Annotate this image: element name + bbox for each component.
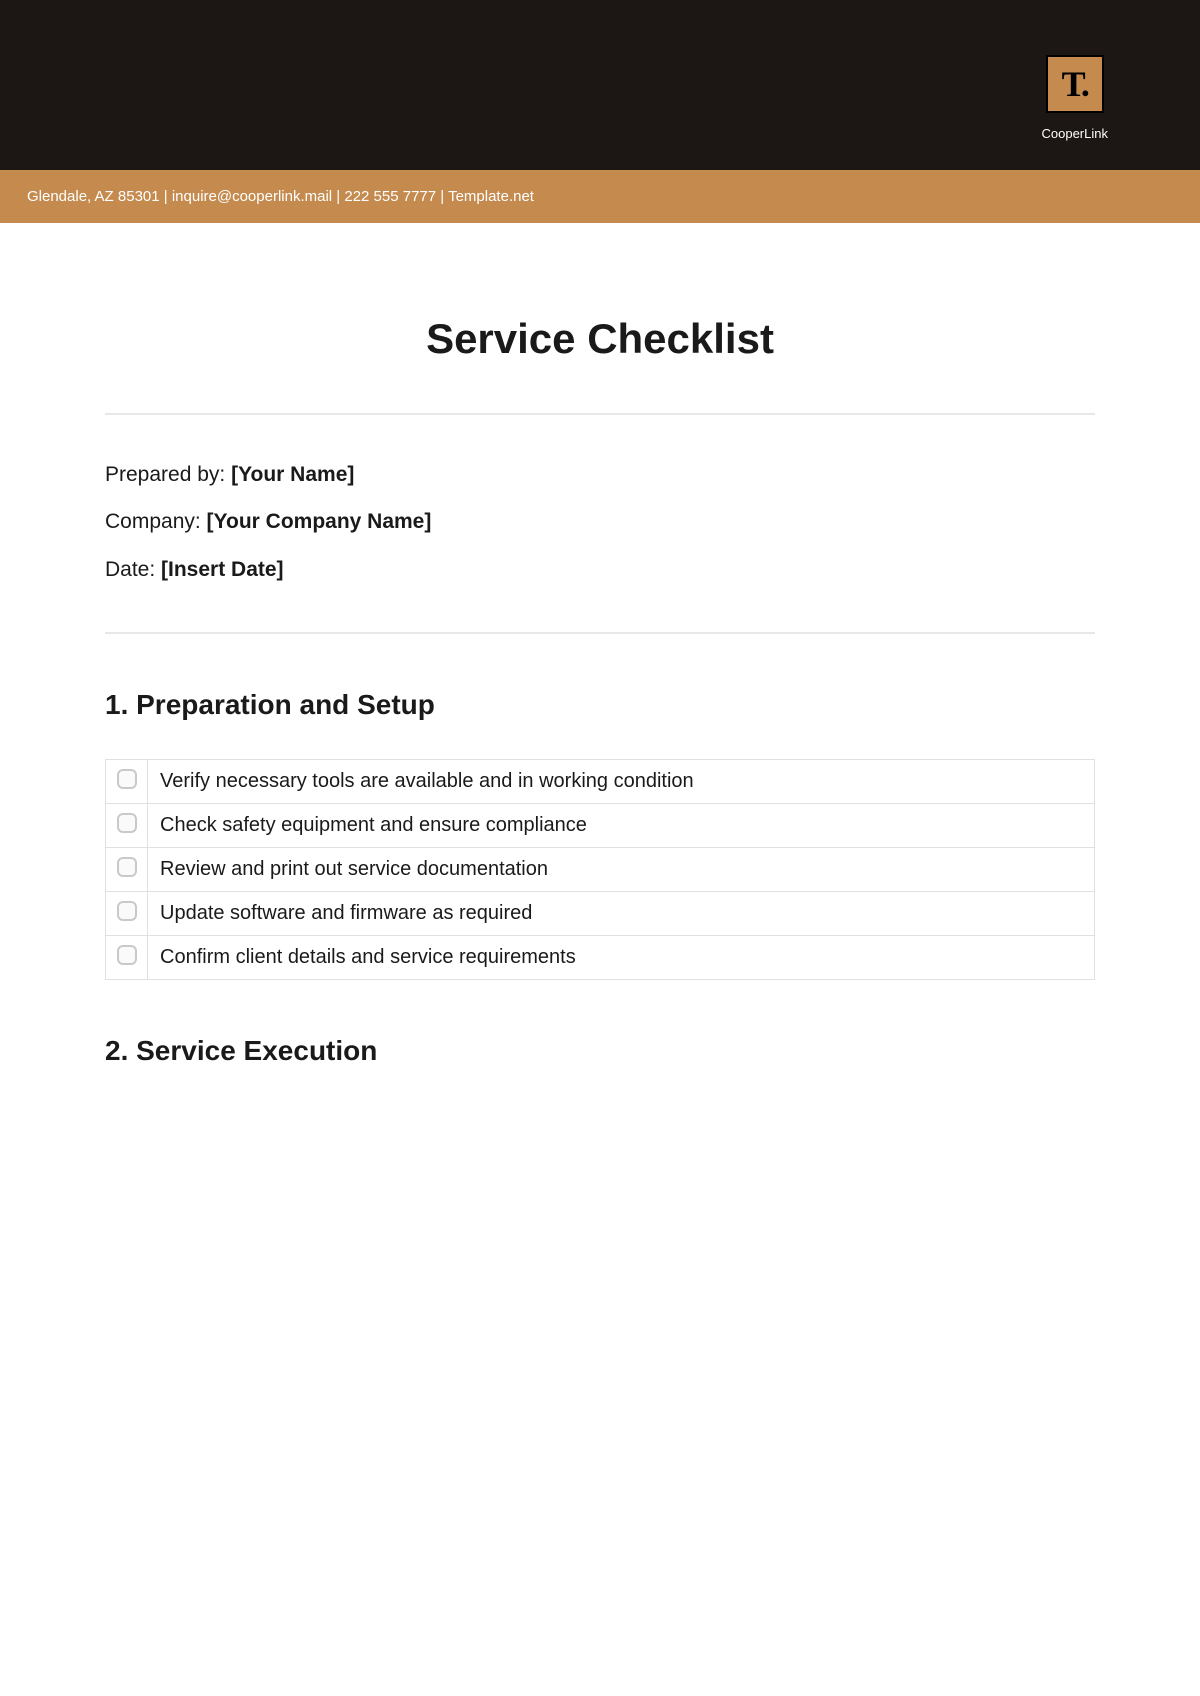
checkbox-icon[interactable] xyxy=(117,813,137,833)
section-heading-1: 1. Preparation and Setup xyxy=(105,689,1095,721)
logo-text: T. xyxy=(1062,63,1088,105)
checklist-item-text: Confirm client details and service requi… xyxy=(148,936,1095,980)
checklist-item-text: Review and print out service documentati… xyxy=(148,848,1095,892)
table-row: Update software and firmware as required xyxy=(106,892,1095,936)
checklist-item-text: Check safety equipment and ensure compli… xyxy=(148,804,1095,848)
checkbox-cell[interactable] xyxy=(106,892,148,936)
date-value: [Insert Date] xyxy=(161,558,284,581)
checkbox-cell[interactable] xyxy=(106,936,148,980)
meta-section: Prepared by: [Your Name] Company: [Your … xyxy=(105,460,1095,584)
checklist-table-1: Verify necessary tools are available and… xyxy=(105,759,1095,980)
company-row: Company: [Your Company Name] xyxy=(105,507,1095,536)
page-title: Service Checklist xyxy=(105,315,1095,363)
table-row: Verify necessary tools are available and… xyxy=(106,760,1095,804)
date-label: Date: xyxy=(105,558,161,581)
table-row: Confirm client details and service requi… xyxy=(106,936,1095,980)
company-value: [Your Company Name] xyxy=(207,510,432,533)
table-row: Review and print out service documentati… xyxy=(106,848,1095,892)
checkbox-cell[interactable] xyxy=(106,848,148,892)
checkbox-icon[interactable] xyxy=(117,769,137,789)
company-label: Company: xyxy=(105,510,207,533)
brand-name: CooperLink xyxy=(1042,126,1109,141)
date-row: Date: [Insert Date] xyxy=(105,555,1095,584)
prepared-by-row: Prepared by: [Your Name] xyxy=(105,460,1095,489)
checkbox-icon[interactable] xyxy=(117,901,137,921)
checkbox-icon[interactable] xyxy=(117,945,137,965)
section-heading-2: 2. Service Execution xyxy=(105,1035,1095,1067)
checkbox-cell[interactable] xyxy=(106,804,148,848)
checkbox-cell[interactable] xyxy=(106,760,148,804)
contact-info-bar: Glendale, AZ 85301 | inquire@cooperlink.… xyxy=(0,170,1200,223)
header-dark-bar: T. CooperLink xyxy=(0,0,1200,170)
divider xyxy=(105,413,1095,415)
checklist-item-text: Update software and firmware as required xyxy=(148,892,1095,936)
checklist-item-text: Verify necessary tools are available and… xyxy=(148,760,1095,804)
prepared-by-label: Prepared by: xyxy=(105,463,231,486)
prepared-by-value: [Your Name] xyxy=(231,463,354,486)
divider xyxy=(105,632,1095,634)
document-content: Service Checklist Prepared by: [Your Nam… xyxy=(0,315,1200,1067)
logo-block: T. CooperLink xyxy=(1042,55,1109,141)
checkbox-icon[interactable] xyxy=(117,857,137,877)
table-row: Check safety equipment and ensure compli… xyxy=(106,804,1095,848)
logo-icon: T. xyxy=(1046,55,1104,113)
